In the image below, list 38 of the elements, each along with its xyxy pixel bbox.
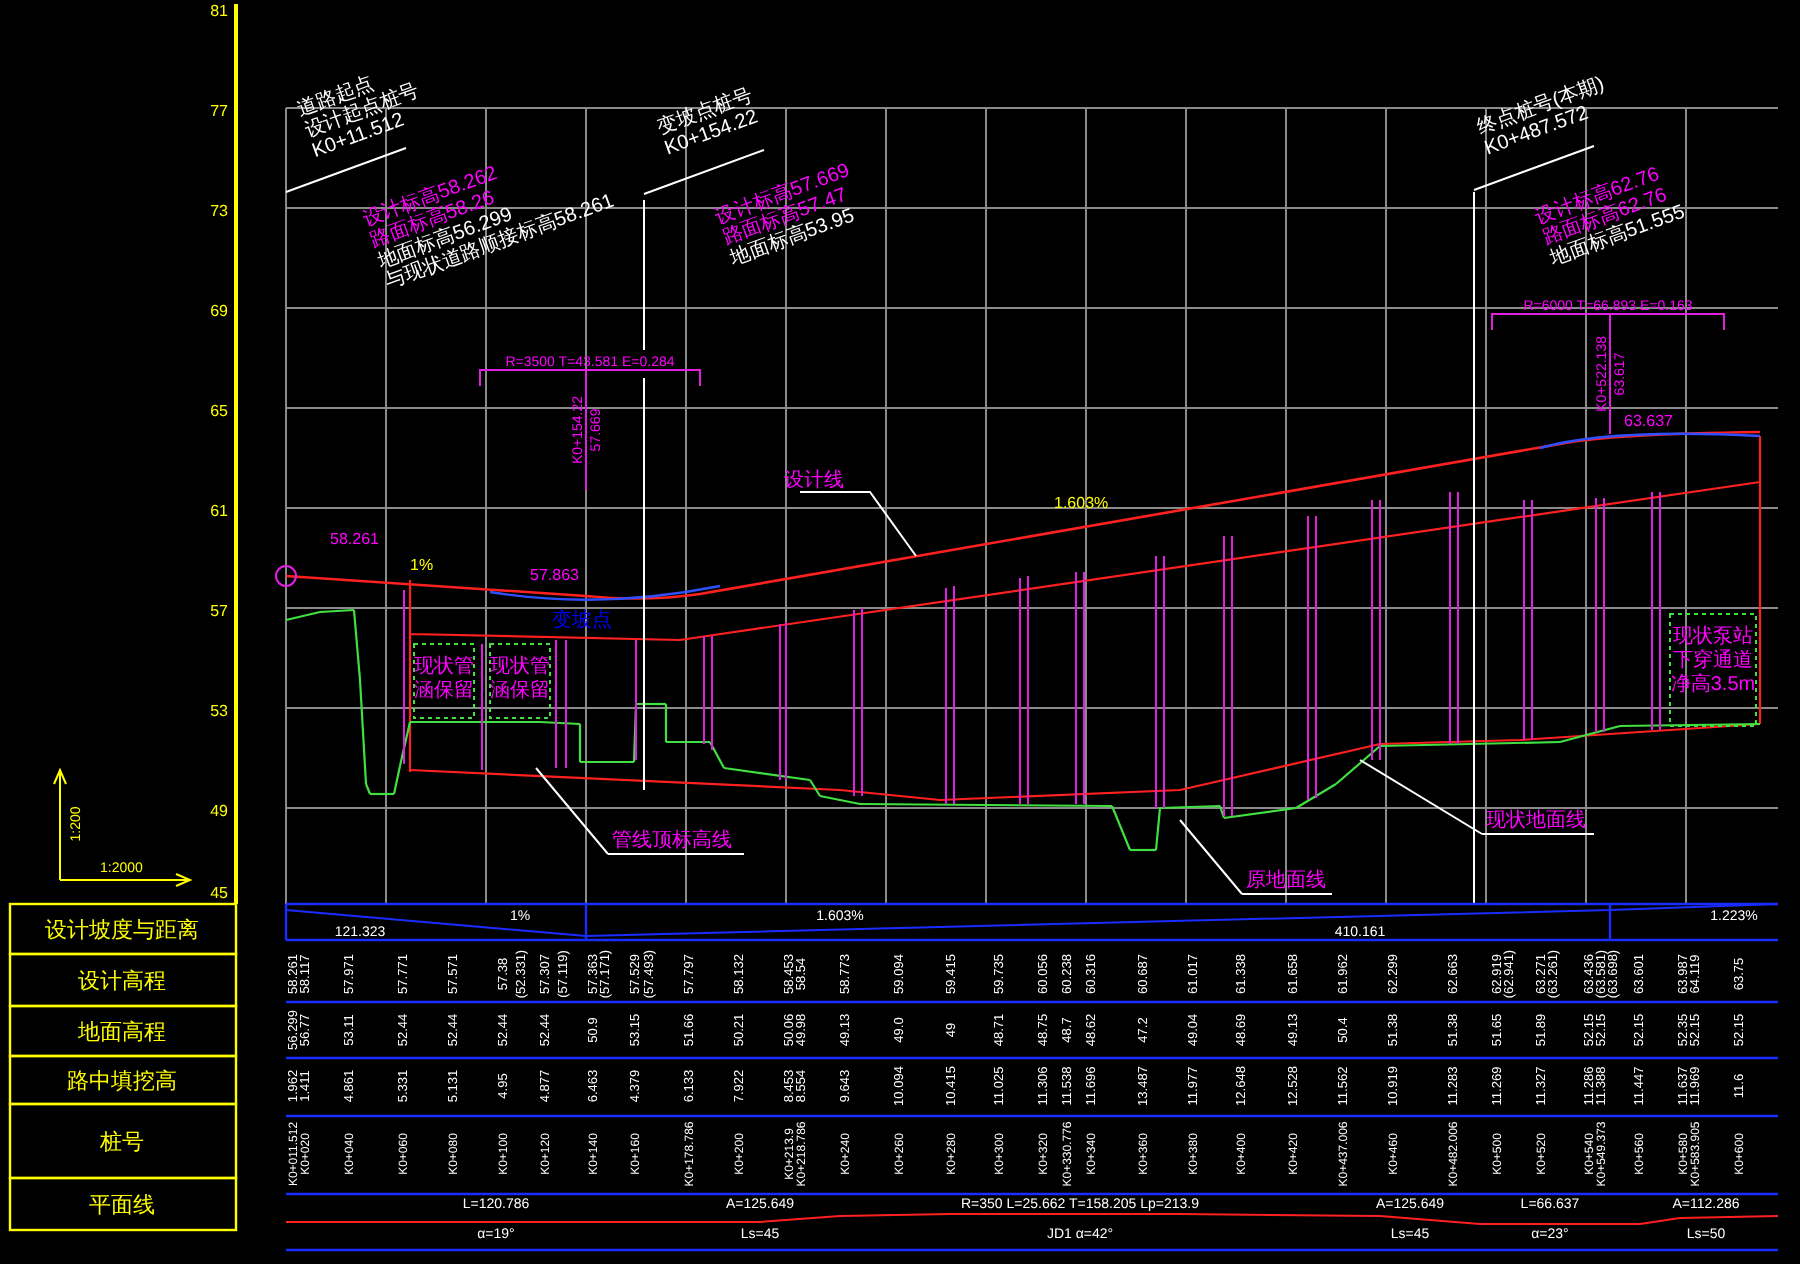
axis-tick-label: 53	[210, 702, 228, 720]
line-label: 现状地面线	[1486, 810, 1586, 832]
point-label: 变坡点	[552, 610, 612, 632]
culvert-label: 涵保留	[490, 680, 550, 702]
start-point-circle	[275, 565, 297, 587]
culvert-label: 净高3.5m	[1670, 674, 1756, 696]
row-label: 桩号	[100, 1131, 144, 1155]
row-label: 设计坡度与距离	[45, 919, 199, 943]
culvert-label: 现状泵站	[1673, 626, 1753, 648]
line-label: 原地面线	[1246, 870, 1326, 892]
row-label: 路中填挖高	[67, 1070, 177, 1094]
culvert-label: 下穿通道	[1673, 650, 1753, 672]
axis-tick-label: 49	[210, 802, 228, 820]
axis-tick-label: 69	[210, 302, 228, 320]
culvert-label: 现状管	[490, 656, 550, 678]
row-label: 地面高程	[78, 1021, 166, 1045]
elevation-label: 57.863	[530, 566, 579, 584]
scale-arrows-drawing	[53, 767, 193, 887]
grade-label: 1.603%	[1054, 494, 1109, 512]
culvert-outline	[489, 643, 551, 719]
grade-label: 1%	[410, 556, 434, 574]
line-label: 管线顶标高线	[612, 830, 732, 852]
axis-tick-label: 73	[210, 202, 228, 220]
elevation-label: 63.637	[1624, 412, 1673, 430]
elevation-label: 58.261	[330, 530, 379, 548]
axis-tick-label: 45	[210, 884, 228, 902]
row-label: 设计高程	[78, 970, 166, 994]
axis-tick-label: 57	[210, 602, 228, 620]
culvert-label: 现状管	[414, 656, 474, 678]
culvert-outline	[413, 643, 475, 719]
line-label: 设计线	[784, 470, 844, 492]
culvert-label: 涵保留	[414, 680, 474, 702]
row-label: 平面线	[89, 1194, 155, 1218]
axis-tick-label: 65	[210, 402, 228, 420]
axis-tick-label: 61	[210, 502, 228, 520]
culvert-outline	[1669, 613, 1757, 727]
axis-tick-label: 81	[210, 2, 228, 20]
axis-tick-label: 77	[210, 102, 228, 120]
